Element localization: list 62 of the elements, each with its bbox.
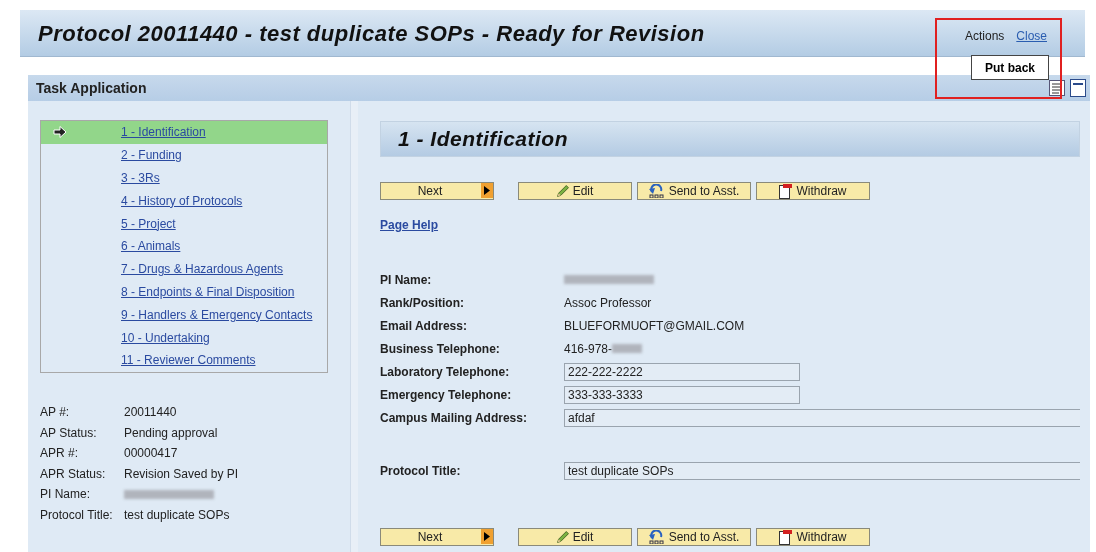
- nav-item[interactable]: 3 - 3Rs: [41, 166, 327, 190]
- nav-item[interactable]: 2 - Funding: [41, 143, 327, 167]
- field-label: Protocol Title:: [380, 462, 462, 480]
- send-to-assistant-button[interactable]: Send to Asst.: [637, 182, 751, 200]
- actions-menu[interactable]: Actions: [964, 27, 1005, 45]
- withdraw-button[interactable]: Withdraw: [756, 528, 870, 546]
- nav-item[interactable]: 7 - Drugs & Hazardous Agents: [41, 257, 327, 281]
- summary-label: PI Name:: [40, 486, 91, 503]
- input-field[interactable]: test duplicate SOPs: [564, 461, 1080, 480]
- page-title: Protocol 20011440 - test duplicate SOPs - Ready for Revision: [38, 19, 705, 48]
- field-label: Laboratory Telephone:: [380, 363, 511, 381]
- play-arrow-icon: [481, 183, 493, 198]
- summary-value: Revision Saved by PI: [124, 465, 239, 483]
- summary-value: Pending approval: [124, 424, 218, 442]
- summary-label: Protocol Title:: [40, 506, 114, 524]
- input-field[interactable]: 333-333-3333: [564, 385, 800, 404]
- input-field[interactable]: 222-222-2222: [564, 362, 800, 381]
- panel-title: Task Application: [36, 78, 147, 98]
- nav-item[interactable]: 5 - Project: [41, 212, 327, 235]
- next-button[interactable]: Next: [380, 528, 494, 546]
- close-link[interactable]: Close: [1016, 27, 1047, 45]
- input-field[interactable]: afdaf: [564, 408, 1080, 427]
- nav-item[interactable]: 4 - History of Protocols: [41, 189, 327, 213]
- nav-item[interactable]: 10 - Undertaking: [41, 326, 327, 349]
- summary-label: AP #:: [40, 404, 71, 421]
- nav-item[interactable]: 9 - Handlers & Emergency Contacts: [41, 303, 327, 327]
- field-label: Business Telephone:: [380, 340, 501, 358]
- page-help-link[interactable]: Page Help: [380, 218, 439, 232]
- summary-label: APR Status:: [40, 465, 107, 483]
- document-icon: [779, 529, 793, 545]
- right-arrow-icon: [53, 126, 67, 139]
- field-label: PI Name:: [380, 271, 433, 289]
- nav-item[interactable]: 6 - Animals: [41, 235, 327, 258]
- field-label: Rank/Position:: [380, 294, 465, 312]
- summary-value: 20011440: [124, 404, 177, 421]
- edit-button[interactable]: Edit: [518, 528, 632, 546]
- nav-item[interactable]: 8 - Endpoints & Final Disposition: [41, 280, 327, 304]
- nav-item[interactable]: 11 - Reviewer Comments: [41, 348, 327, 372]
- withdraw-button[interactable]: Withdraw: [756, 182, 870, 200]
- summary-label: APR #:: [40, 445, 79, 462]
- field-label: Campus Mailing Address:: [380, 409, 528, 427]
- summary-value: test duplicate SOPs: [124, 506, 230, 524]
- pencil-icon: [556, 531, 569, 543]
- summary-value: 00000417: [124, 445, 178, 462]
- field-value: 416-978-: [564, 340, 613, 358]
- undo-arrow-icon: [648, 530, 665, 544]
- undo-arrow-icon: [648, 184, 665, 198]
- field-label: Emergency Telephone:: [380, 386, 513, 404]
- pencil-icon: [556, 185, 569, 197]
- edit-button[interactable]: Edit: [518, 182, 632, 200]
- nav-item[interactable]: 1 - Identification: [41, 121, 327, 144]
- document-icon: [779, 183, 793, 199]
- field-value: BLUEFORMUOFT@GMAIL.COM: [564, 317, 745, 335]
- section-title: 1 - Identification: [398, 126, 568, 153]
- field-value: Assoc Professor: [564, 294, 652, 312]
- summary-label: AP Status:: [40, 424, 98, 442]
- minimize-icon[interactable]: [1070, 79, 1086, 97]
- send-to-assistant-button[interactable]: Send to Asst.: [637, 528, 751, 546]
- next-button[interactable]: Next: [380, 182, 494, 200]
- play-arrow-icon: [481, 529, 493, 544]
- dropdown-menu[interactable]: Put back: [971, 55, 1049, 80]
- field-label: Email Address:: [380, 317, 468, 335]
